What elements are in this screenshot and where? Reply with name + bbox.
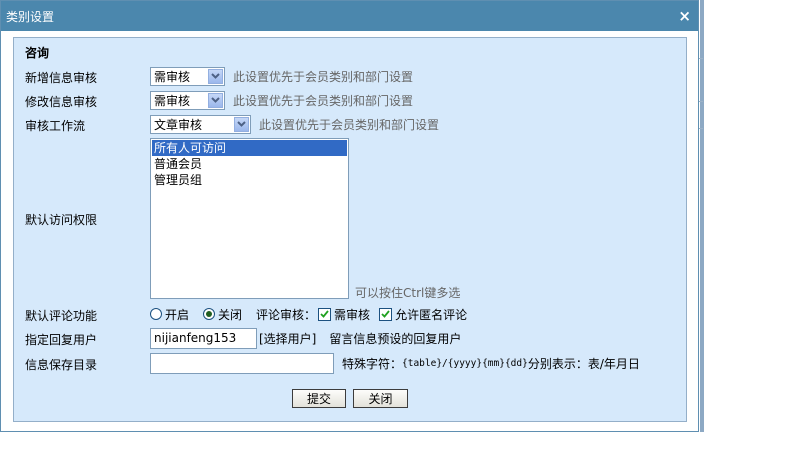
reply-user-label: 指定回复用户 — [25, 333, 98, 347]
save-dir-label: 信息保存目录 — [25, 358, 98, 372]
background-page-edge — [700, 0, 704, 432]
settings-panel: 咨询 新增信息审核 需审核 此设置优先于会员类别和部门设置 修改信息审核 需审核 — [13, 37, 687, 422]
row-comment: 默认评论功能 开启 关闭 评论审核： 需审核 允许匿名评论 — [14, 304, 686, 324]
save-dir-hint-prefix: 特殊字符： — [342, 356, 403, 371]
comment-on-label[interactable]: 开启 — [165, 306, 189, 323]
chevron-down-icon[interactable] — [234, 116, 249, 132]
row-new-review: 新增信息审核 需审核 此设置优先于会员类别和部门设置 — [14, 66, 686, 86]
access-label: 默认访问权限 — [25, 213, 98, 227]
row-workflow: 审核工作流 文章审核 此设置优先于会员类别和部门设置 — [14, 114, 686, 134]
background-row-divider — [699, 58, 703, 59]
edit-review-select[interactable]: 需审核 — [150, 90, 225, 110]
background-row-divider — [699, 101, 703, 102]
chevron-down-icon[interactable] — [208, 92, 223, 108]
chevron-down-icon[interactable] — [208, 68, 223, 84]
background-row-divider — [699, 128, 703, 129]
comment-review-label: 评论审核： — [256, 307, 317, 322]
need-review-label[interactable]: 需审核 — [334, 306, 370, 323]
workflow-value: 文章审核 — [154, 117, 203, 132]
reply-user-input[interactable] — [150, 327, 257, 349]
workflow-select[interactable]: 文章审核 — [150, 114, 251, 134]
comment-off-label[interactable]: 关闭 — [218, 306, 242, 323]
category-settings-dialog: 类别设置 × 咨询 新增信息审核 需审核 此设置优先于会员类别和部门设置 修改信… — [0, 0, 699, 432]
new-review-value: 需审核 — [154, 69, 191, 84]
access-option[interactable]: 管理员组 — [152, 172, 347, 188]
need-review-checkbox[interactable] — [318, 307, 332, 321]
close-icon[interactable]: × — [678, 8, 691, 24]
check-icon — [381, 310, 390, 318]
anonymous-checkbox[interactable] — [379, 307, 393, 321]
edit-review-label: 修改信息审核 — [25, 95, 98, 109]
new-review-select[interactable]: 需审核 — [150, 66, 225, 86]
save-dir-hint-suffix: 分别表示：表/年月日 — [527, 356, 640, 371]
row-save-dir: 信息保存目录 特殊字符： {table}/{yyyy}{mm}{dd} 分别表示… — [14, 352, 686, 374]
new-review-label: 新增信息审核 — [25, 71, 98, 85]
access-listbox[interactable]: 所有人可访问 普通会员 管理员组 — [150, 138, 349, 299]
comment-label: 默认评论功能 — [25, 309, 98, 323]
submit-button[interactable]: 提交 — [292, 389, 346, 408]
check-icon — [320, 310, 329, 318]
select-user-link[interactable]: [选择用户] — [259, 330, 316, 347]
close-button[interactable]: 关闭 — [353, 389, 408, 408]
dialog-title: 类别设置 — [6, 9, 55, 24]
new-review-hint: 此设置优先于会员类别和部门设置 — [233, 69, 414, 84]
reply-user-hint: 留言信息预设的回复用户 — [329, 331, 462, 346]
row-reply-user: 指定回复用户 [选择用户] 留言信息预设的回复用户 — [14, 327, 686, 349]
comment-off-radio[interactable] — [203, 308, 216, 320]
anonymous-label[interactable]: 允许匿名评论 — [395, 306, 467, 323]
section-title: 咨询 — [25, 46, 50, 60]
multi-select-hint: 可以按住Ctrl键多选 — [355, 286, 461, 300]
access-option[interactable]: 普通会员 — [152, 156, 347, 172]
workflow-hint: 此设置优先于会员类别和部门设置 — [259, 117, 440, 132]
comment-on-radio[interactable] — [150, 308, 162, 320]
workflow-label: 审核工作流 — [25, 119, 86, 133]
row-edit-review: 修改信息审核 需审核 此设置优先于会员类别和部门设置 — [14, 90, 686, 110]
save-dir-hint-code: {table}/{yyyy}{mm}{dd} — [402, 357, 528, 369]
edit-review-value: 需审核 — [154, 93, 191, 108]
access-option[interactable]: 所有人可访问 — [152, 140, 347, 156]
edit-review-hint: 此设置优先于会员类别和部门设置 — [233, 93, 414, 108]
save-dir-input[interactable] — [150, 352, 334, 374]
dialog-titlebar[interactable]: 类别设置 × — [1, 1, 698, 31]
